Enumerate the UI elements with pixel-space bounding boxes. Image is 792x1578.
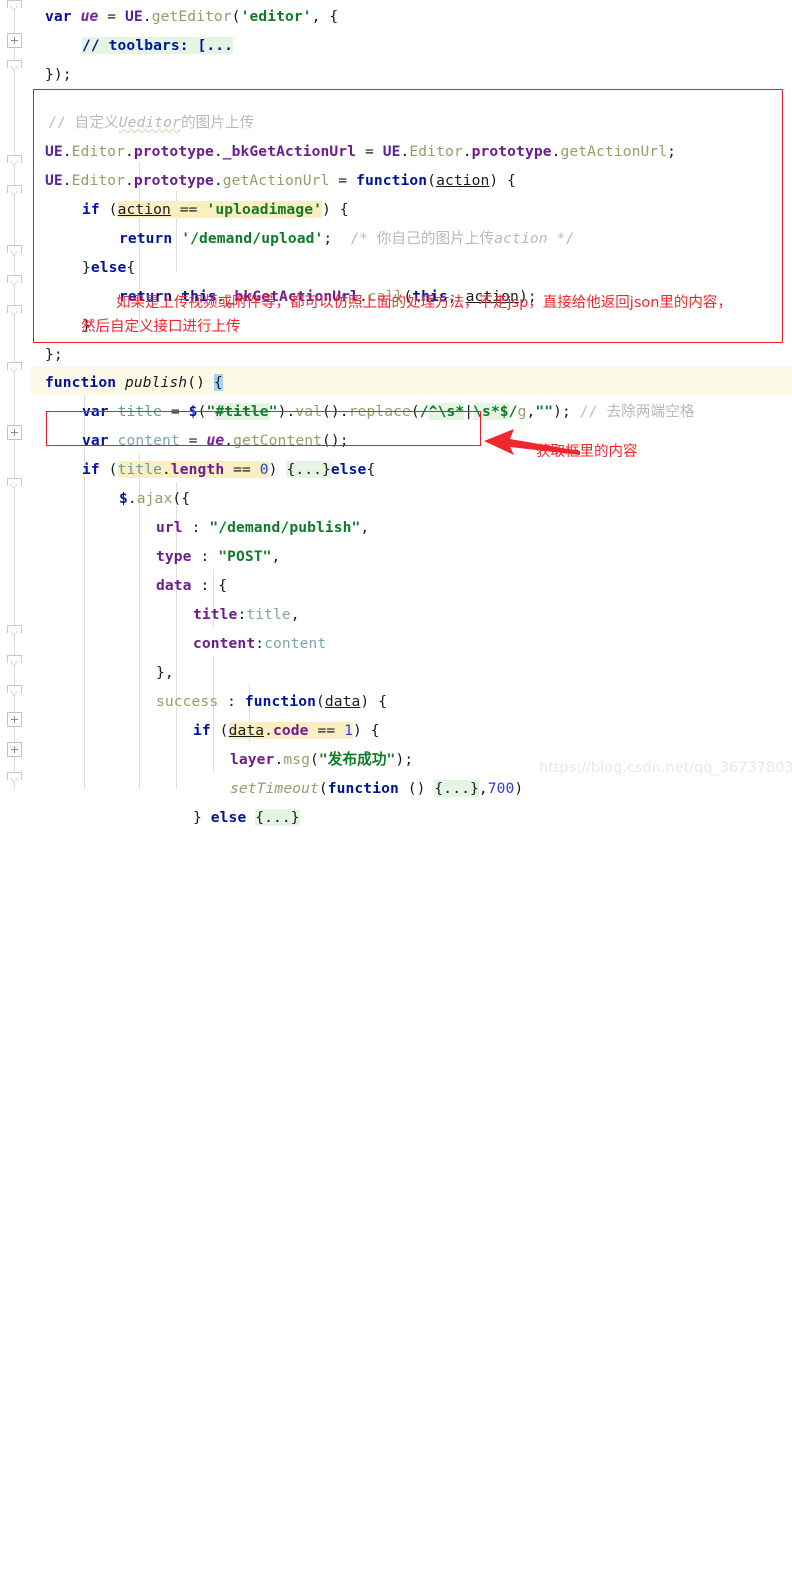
fold-end-icon[interactable] xyxy=(7,60,22,71)
code-line[interactable]: }else{ xyxy=(82,253,135,282)
code-line[interactable]: UE.Editor.prototype._bkGetActionUrl = UE… xyxy=(45,137,676,166)
fold-end-icon[interactable] xyxy=(7,305,22,316)
fold-end-icon[interactable] xyxy=(7,772,22,783)
fold-end-icon[interactable] xyxy=(7,155,22,166)
code-line[interactable]: if (data.code == 1) { xyxy=(193,716,380,745)
code-line[interactable]: function publish() { xyxy=(45,368,223,397)
code-line[interactable]: return '/demand/upload'; /* 你自己的图片上传acti… xyxy=(119,224,574,253)
fold-end-icon[interactable] xyxy=(7,0,22,11)
code-line[interactable]: // 自定义Ueditor的图片上传 xyxy=(48,108,254,137)
code-line[interactable]: if (title.length == 0) {...}else{ xyxy=(82,455,375,484)
fold-end-icon[interactable] xyxy=(7,275,22,286)
code-line[interactable]: $.ajax({ xyxy=(119,484,190,513)
code-editor-content[interactable]: var ue = UE.getEditor('editor', { // too… xyxy=(31,0,792,826)
fold-end-icon[interactable] xyxy=(7,625,22,636)
code-screenshot: var ue = UE.getEditor('editor', { // too… xyxy=(0,0,792,826)
code-line[interactable]: layer.msg("发布成功"); xyxy=(230,745,413,774)
editor-gutter[interactable] xyxy=(0,0,31,789)
fold-expand-icon[interactable] xyxy=(7,33,22,48)
code-line[interactable]: if (action == 'uploadimage') { xyxy=(82,195,349,224)
code-line[interactable]: }, xyxy=(156,658,174,687)
fold-end-icon[interactable] xyxy=(7,655,22,666)
code-line[interactable]: var ue = UE.getEditor('editor', { xyxy=(45,2,338,31)
fold-expand-icon[interactable] xyxy=(7,742,22,757)
code-line[interactable]: data : { xyxy=(156,571,227,600)
code-line[interactable]: }); xyxy=(45,60,72,89)
code-line[interactable]: content:content xyxy=(193,629,326,658)
code-line[interactable]: } else {...} xyxy=(193,803,300,832)
code-line[interactable]: success : function(data) { xyxy=(156,687,387,716)
fold-expand-icon[interactable] xyxy=(7,425,22,440)
fold-end-icon[interactable] xyxy=(7,478,22,489)
annotation-note-upload-line2: 然后自定义接口进行上传 xyxy=(81,319,241,335)
code-line[interactable]: var content = ue.getContent(); xyxy=(82,426,349,455)
fold-end-icon[interactable] xyxy=(7,362,22,373)
code-line[interactable]: UE.Editor.prototype.getActionUrl = funct… xyxy=(45,166,516,195)
watermark-url: https://blog.csdn.net/qq_36737803 xyxy=(539,760,792,776)
fold-end-icon[interactable] xyxy=(7,245,22,256)
code-line[interactable]: // toolbars: [... xyxy=(82,31,234,60)
fold-end-icon[interactable] xyxy=(7,185,22,196)
code-line[interactable]: title:title, xyxy=(193,600,300,629)
fold-expand-icon[interactable] xyxy=(7,712,22,727)
annotation-note-getcontent: 获取框里的内容 xyxy=(536,444,638,460)
code-line[interactable]: url : "/demand/publish", xyxy=(156,513,369,542)
fold-end-icon[interactable] xyxy=(7,685,22,696)
gutter-rail xyxy=(14,0,15,789)
annotation-note-upload-line1: 如果是上传视频或附件等，都可以仿照上面的处理方法，不走jsp，直接给他返回jso… xyxy=(116,295,732,311)
code-line[interactable]: var title = $("#title").val().replace(/^… xyxy=(82,397,695,426)
code-line[interactable]: type : "POST", xyxy=(156,542,280,571)
code-line[interactable]: }; xyxy=(45,340,63,369)
